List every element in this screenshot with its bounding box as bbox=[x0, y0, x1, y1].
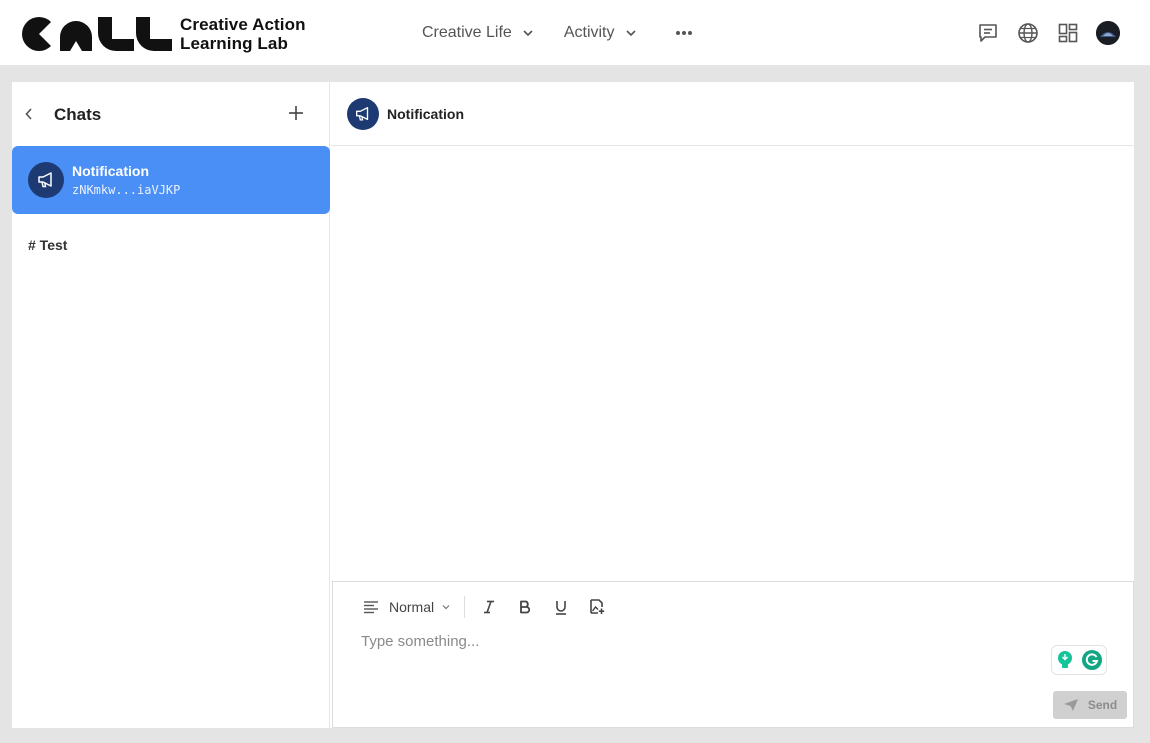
send-label: Send bbox=[1087, 698, 1118, 712]
text-format-select[interactable]: Normal bbox=[363, 599, 450, 615]
chevron-down-icon bbox=[625, 30, 636, 37]
nav-activity[interactable]: Activity bbox=[564, 24, 637, 42]
brand-line-1: Creative Action bbox=[180, 15, 306, 34]
message-input[interactable] bbox=[361, 630, 1061, 652]
brand-name: Creative Action Learning Lab bbox=[180, 15, 306, 53]
top-header: Creative Action Learning Lab Creative Li… bbox=[0, 0, 1150, 66]
main-nav: Creative Life Activity bbox=[422, 0, 693, 66]
sidebar-header: Chats bbox=[12, 82, 329, 146]
bold-icon bbox=[520, 600, 531, 614]
apps-grid-icon bbox=[1058, 23, 1078, 43]
language-button[interactable] bbox=[1016, 21, 1040, 45]
grammarly-icon bbox=[1081, 650, 1102, 670]
add-image-icon bbox=[590, 599, 605, 614]
messages-button[interactable] bbox=[976, 21, 1000, 45]
chat-icon bbox=[979, 24, 997, 42]
chevron-down-icon bbox=[523, 30, 533, 37]
brand-logo-mark-icon bbox=[22, 17, 172, 51]
italic-button[interactable] bbox=[477, 595, 501, 619]
more-menu-button[interactable] bbox=[675, 30, 693, 36]
chats-sidebar: Chats Notification zNKmkw...iaVJKP # Tes… bbox=[12, 82, 330, 728]
nav-creative-life[interactable]: Creative Life bbox=[422, 24, 534, 42]
underline-button[interactable] bbox=[549, 595, 573, 619]
paragraph-lines-icon bbox=[364, 601, 378, 614]
globe-icon bbox=[1018, 23, 1038, 43]
message-composer: Normal Type something... Send bbox=[332, 581, 1134, 728]
header-actions bbox=[960, 0, 1120, 66]
channel-item-test[interactable]: # Test bbox=[28, 237, 67, 253]
editor-toolbar: Normal bbox=[363, 590, 621, 624]
avatar-image-icon bbox=[1096, 21, 1120, 45]
conversation-header: Notification bbox=[331, 82, 1134, 146]
more-horizontal-icon bbox=[675, 31, 692, 35]
brand-line-2: Learning Lab bbox=[180, 34, 288, 53]
megaphone-icon bbox=[38, 172, 52, 188]
nav-activity-label: Activity bbox=[563, 24, 615, 41]
apps-button[interactable] bbox=[1056, 21, 1080, 45]
brand-logo[interactable]: Creative Action Learning Lab bbox=[20, 15, 306, 53]
conversation-avatar bbox=[347, 98, 379, 130]
chat-panel: Chats Notification zNKmkw...iaVJKP # Tes… bbox=[12, 82, 1134, 728]
back-button[interactable] bbox=[24, 104, 40, 124]
chat-name: Notification bbox=[72, 163, 149, 179]
plus-icon bbox=[289, 106, 303, 120]
grammarly-widget[interactable] bbox=[1051, 645, 1107, 675]
chevron-down-icon bbox=[442, 605, 450, 610]
megaphone-icon bbox=[356, 107, 369, 121]
send-icon bbox=[1063, 699, 1078, 711]
toolbar-divider bbox=[464, 596, 466, 618]
conversation-title: Notification bbox=[387, 106, 464, 122]
chat-avatar bbox=[28, 162, 64, 198]
text-format-label: Normal bbox=[389, 599, 435, 615]
chevron-left-icon bbox=[25, 108, 32, 120]
lightbulb-icon bbox=[1057, 651, 1072, 668]
bold-button[interactable] bbox=[513, 595, 537, 619]
chat-address: zNKmkw...iaVJKP bbox=[72, 183, 181, 197]
user-avatar[interactable] bbox=[1096, 21, 1120, 45]
insert-image-button[interactable] bbox=[585, 595, 609, 619]
new-chat-button[interactable] bbox=[287, 104, 305, 122]
underline-icon bbox=[556, 600, 567, 615]
italic-icon bbox=[484, 600, 495, 614]
sidebar-title: Chats bbox=[54, 105, 102, 124]
nav-creative-life-label: Creative Life bbox=[422, 24, 512, 41]
conversation-pane: Notification Normal Type something... Se… bbox=[331, 82, 1134, 728]
chat-list-item-notification[interactable]: Notification zNKmkw...iaVJKP bbox=[12, 146, 330, 214]
send-button[interactable]: Send bbox=[1053, 691, 1127, 719]
